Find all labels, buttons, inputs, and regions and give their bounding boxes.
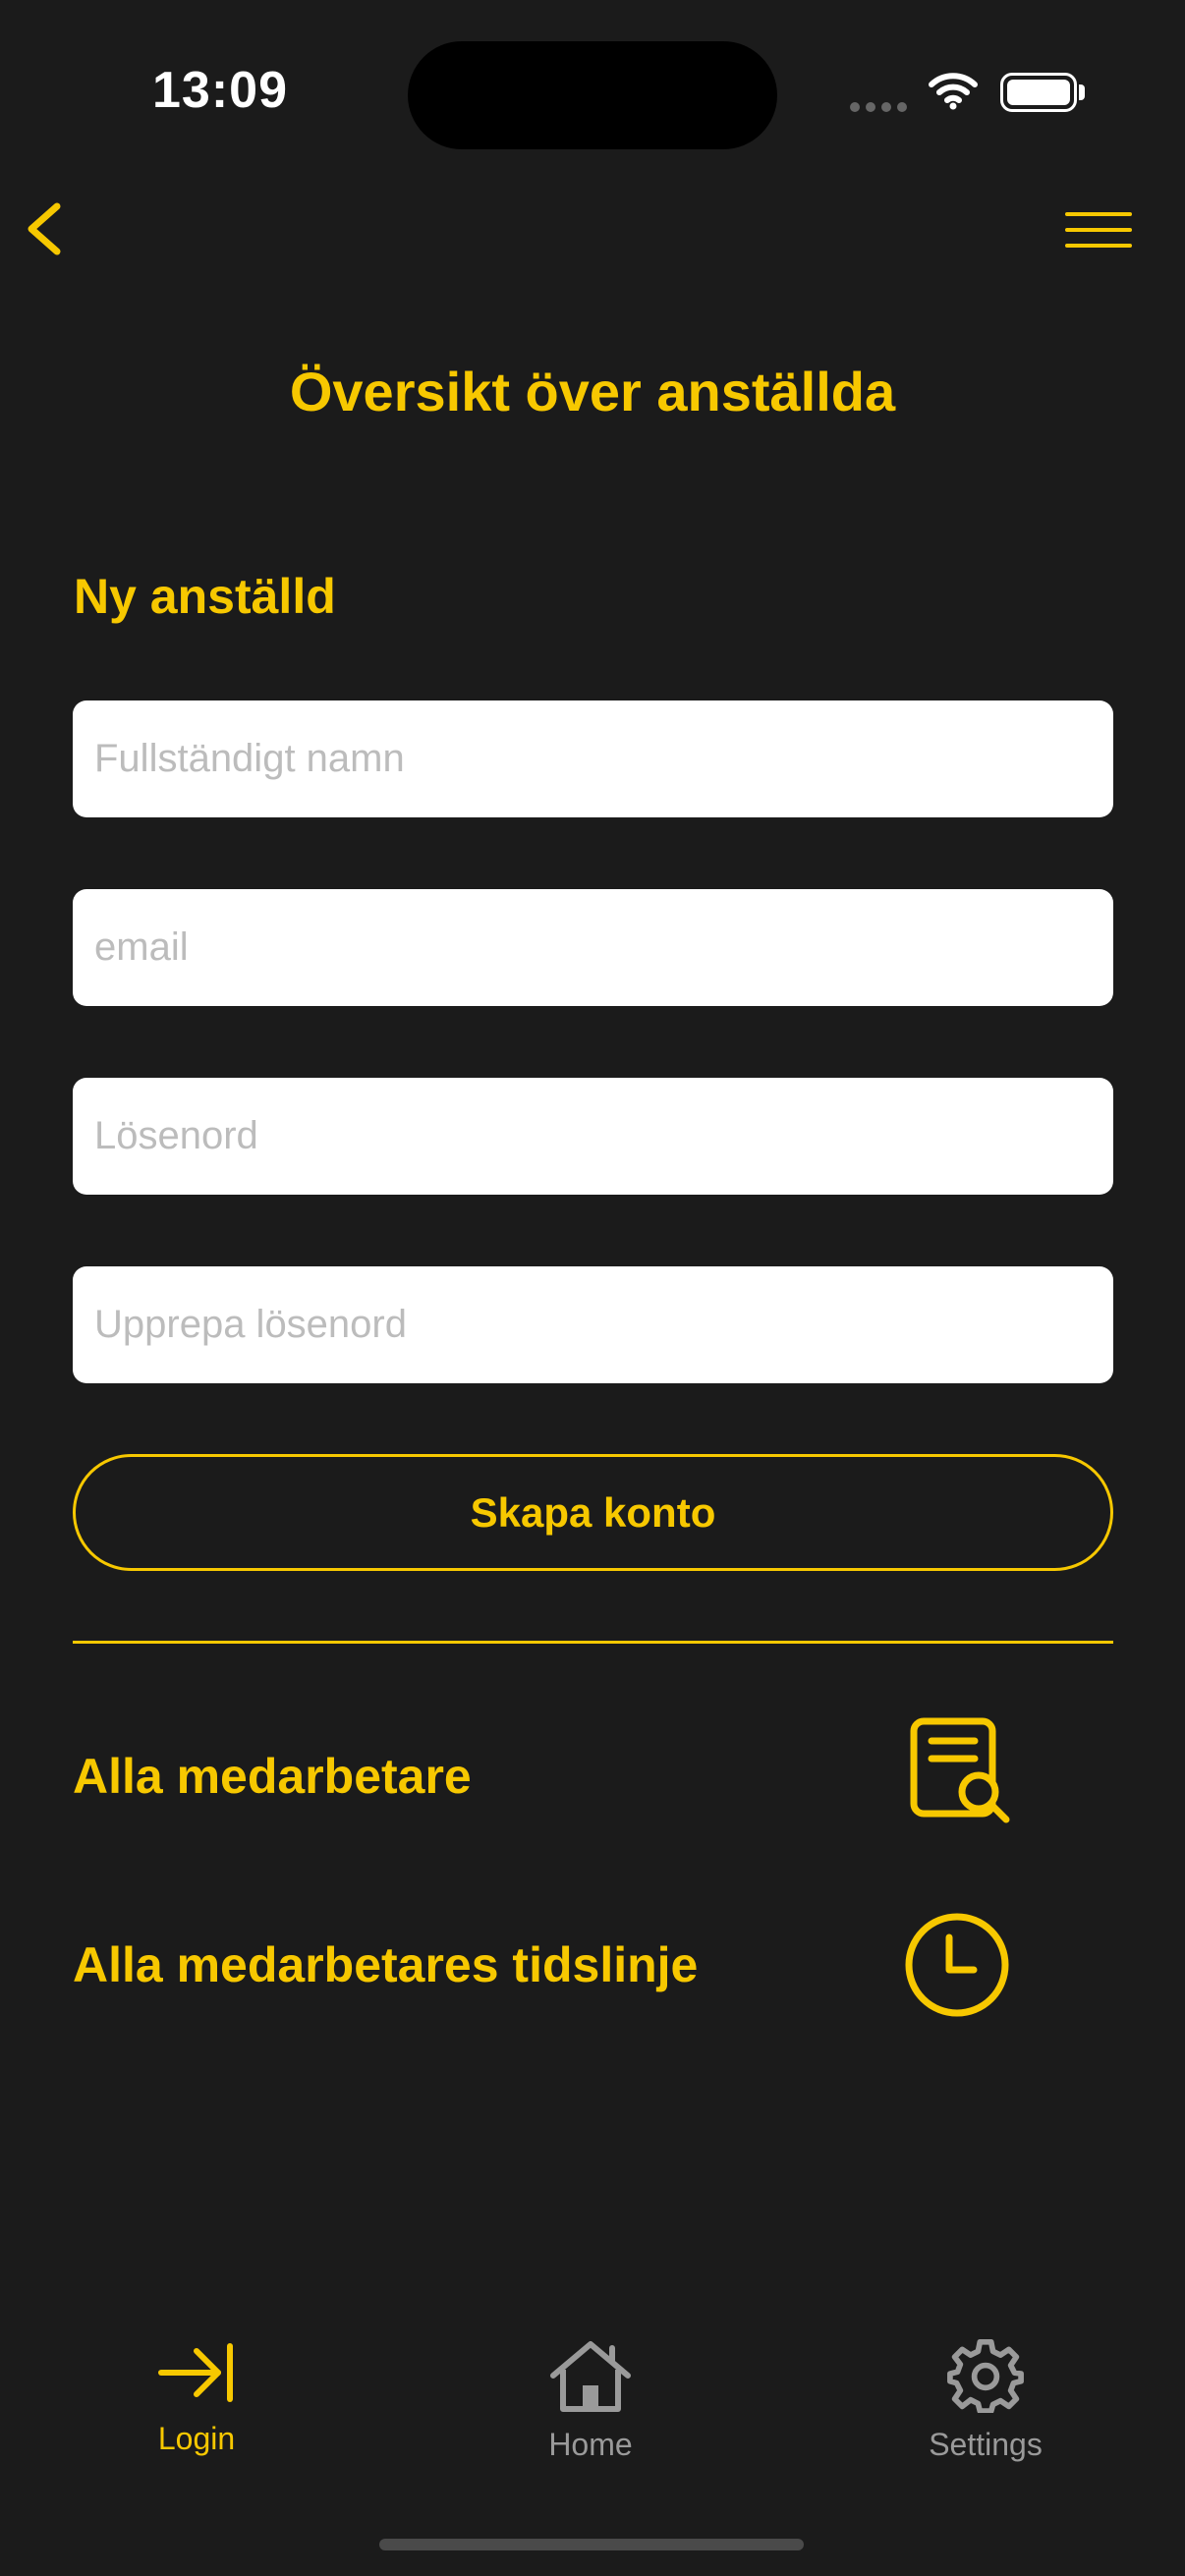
document-search-icon <box>910 1717 1010 1823</box>
status-time: 13:09 <box>152 62 288 119</box>
dynamic-island <box>408 41 777 149</box>
all-employees-timeline-link[interactable]: Alla medarbetares tidslinje <box>73 1906 1113 2024</box>
battery-icon <box>1000 73 1077 112</box>
password-field[interactable] <box>73 1078 1113 1195</box>
tab-home-label: Home <box>548 2427 633 2462</box>
gear-icon <box>947 2338 1024 2413</box>
cellular-signal-icon <box>850 102 907 112</box>
tab-settings[interactable]: Settings <box>838 2338 1133 2463</box>
back-chevron-icon[interactable] <box>18 195 77 263</box>
divider <box>73 1641 1113 1644</box>
home-icon <box>550 2341 631 2412</box>
tab-login[interactable]: Login <box>49 2338 344 2457</box>
all-employees-label: Alla medarbetare <box>73 1749 472 1804</box>
all-employees-timeline-label: Alla medarbetares tidslinje <box>73 1937 699 1992</box>
clock-icon <box>905 1913 1009 2017</box>
wifi-icon <box>929 73 978 110</box>
home-indicator <box>379 2539 804 2550</box>
login-arrow-icon <box>158 2343 233 2402</box>
tab-login-label: Login <box>157 2421 236 2456</box>
tab-home[interactable]: Home <box>443 2338 738 2463</box>
tab-settings-label: Settings <box>929 2427 1043 2462</box>
full-name-field[interactable] <box>73 700 1113 817</box>
repeat-password-field[interactable] <box>73 1266 1113 1383</box>
page-title: Översikt över anställda <box>289 361 896 422</box>
hamburger-menu-icon[interactable] <box>1061 208 1136 252</box>
create-account-button[interactable]: Skapa konto <box>73 1454 1113 1571</box>
email-field[interactable] <box>73 889 1113 1006</box>
all-employees-link[interactable]: Alla medarbetare <box>73 1717 1113 1835</box>
section-title: Ny anställd <box>74 569 336 624</box>
